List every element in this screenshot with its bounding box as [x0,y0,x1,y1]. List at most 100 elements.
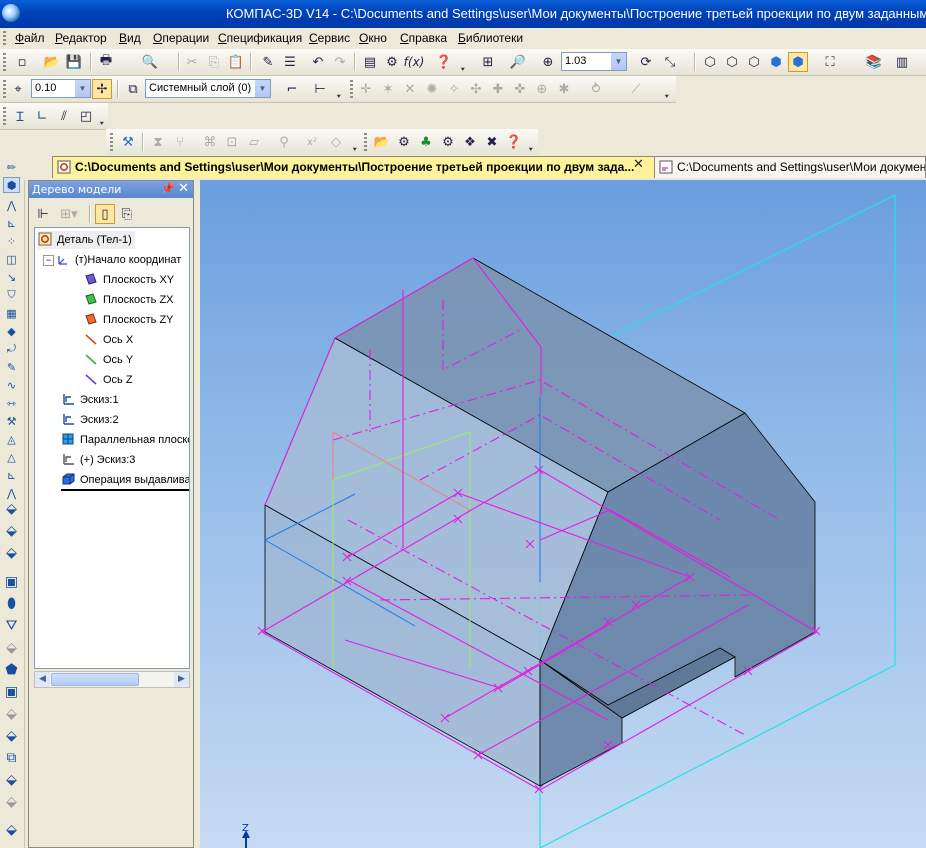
snap-normal-icon[interactable]: ✣ [466,79,486,99]
grey-tool-icon[interactable]: ⬙ [3,637,20,659]
grey-tool3-icon[interactable]: ⬙ [3,791,20,813]
zoom-in-icon[interactable]: ⊕ [538,52,558,72]
menu-grip[interactable] [3,31,6,45]
mesh-icon[interactable]: ⌘ [200,132,220,152]
chevron-icon[interactable]: ⯆ [352,146,358,155]
snap-off-icon[interactable]: ⥁ [586,79,606,99]
arrow-icon[interactable]: ↘ [3,269,20,285]
snap-tangent-icon[interactable]: ✧ [444,79,464,99]
properties-icon[interactable]: ✎ [258,52,278,72]
snap-icon[interactable]: ✢ [92,79,112,99]
sketch-tool-icon[interactable]: ✏ [3,159,20,175]
grey-tool2-icon[interactable]: ⬙ [3,703,20,725]
rotate-tool-icon[interactable]: ⬙ [3,519,20,543]
redo-icon[interactable]: ↷ [330,52,350,72]
tree-view-icon[interactable]: ▯ [95,204,115,224]
close-icon[interactable]: ✕ [178,181,189,196]
tree-filter-icon[interactable]: ⧗ [148,132,168,152]
cut-icon[interactable]: ✂ [182,52,202,72]
toolbar-grip[interactable] [3,53,6,71]
close-tab-icon[interactable]: ✕ [633,157,644,172]
tree-node-axis-y[interactable]: Ось Y [84,351,133,369]
kinematic-tool-icon[interactable]: ⬙ [3,541,20,565]
library-tools-icon[interactable]: ⚙ [438,132,458,152]
curves-tool-icon[interactable]: ⬮ [3,593,20,615]
layers-icon[interactable]: ⧉ [123,79,143,99]
dimensions-icon[interactable]: ⊾ [3,215,20,231]
edit-part-icon[interactable]: ⬢ [3,177,20,193]
surfaces-tool-icon[interactable]: ⛛ [3,615,20,637]
measure-tool-icon[interactable]: ⬙ [3,819,20,841]
menu-service[interactable]: Сервис [309,31,350,45]
open-icon[interactable]: 📂 [42,52,62,72]
wave-icon[interactable]: ∿ [3,377,20,393]
step-select[interactable]: 0.10 ▼ [31,79,91,98]
triangle-icon[interactable]: △ [3,449,20,465]
chevron-down-icon[interactable]: ▼ [255,80,270,97]
chevron-icon[interactable]: ⯆ [99,120,105,129]
geometry-icon[interactable]: ⋀ [3,197,20,213]
variables-icon[interactable]: ⚙ [382,52,402,72]
tree-node-axis-z[interactable]: Ось Z [84,371,133,389]
hammer-icon[interactable]: ⚒ [3,413,20,429]
perspective-icon[interactable]: ⛶ [820,52,840,72]
linear-dim-icon[interactable]: Ɪ [10,106,30,126]
help-pointer-icon[interactable]: ❓ [434,52,454,72]
toolbar-grip[interactable] [350,80,353,98]
library-manager-icon[interactable]: 📚 [864,52,884,72]
surface-icon[interactable]: ⊡ [222,132,242,152]
pin-icon[interactable]: 📌 [161,182,175,195]
toolbar-grip[interactable] [364,133,367,151]
tree-horizontal-scrollbar[interactable]: ◀ ▶ [34,671,190,688]
tree-by-structure-icon[interactable]: ⊩ [33,204,53,224]
tree-node-part[interactable]: Деталь (Тел-1) [38,231,135,249]
preview-icon[interactable]: 🔍 [140,52,160,72]
chevron-icon[interactable]: ⯆ [460,66,466,75]
radius-dim-icon[interactable]: ◰ [76,106,96,126]
list-icon[interactable]: ☰ [280,52,300,72]
menu-file[interactable]: Файл [15,31,45,45]
halftone-edges-icon[interactable]: ⬢ [788,52,808,72]
chevron-icon[interactable]: ⯆ [528,146,534,155]
angle-dim-icon[interactable]: ∟ [32,106,52,126]
library-parts-icon[interactable]: ♣ [416,132,436,152]
points-icon[interactable]: ⁘ [3,233,20,249]
scroll-thumb[interactable] [51,673,139,686]
toolbar-grip[interactable] [3,107,6,125]
chevron-down-icon[interactable]: ▼ [75,80,90,97]
3d-viewport[interactable]: Z [200,180,926,848]
snap-point-icon[interactable]: ✚ [488,79,508,99]
halftone-icon[interactable]: ⬢ [766,52,786,72]
collapse-icon[interactable]: − [43,255,54,266]
save-icon[interactable]: 💾 [64,52,84,72]
menu-libraries[interactable]: Библиотеки [458,31,523,45]
pencil-icon[interactable]: ✎ [3,359,20,375]
plane-tool-icon[interactable]: ▣ [3,571,20,593]
tree-node-sketch-3[interactable]: (+) Эскиз:3 [61,451,135,469]
zoom-window-icon[interactable]: ⊞ [478,52,498,72]
tree-node-parallel-plane[interactable]: Параллельная плоскость [61,431,189,449]
layer-select[interactable]: Системный слой (0) ▼ [145,79,271,98]
body-tool-icon[interactable]: ⬟ [3,659,20,681]
curve-icon[interactable]: ⤾ [3,341,20,357]
toolbar-grip[interactable] [3,80,6,98]
diamond-icon[interactable]: ◆ [3,323,20,339]
snap-point-curve-icon[interactable]: ⟋ [626,79,646,99]
mirror-tool-icon[interactable]: ⬙ [3,769,20,791]
menu-specification[interactable]: Спецификация [218,31,302,45]
copy-icon[interactable]: ⎘ [204,52,224,72]
zoom-icon[interactable]: 🔎 [508,52,528,72]
snap-center-icon[interactable]: ✺ [422,79,442,99]
point-icon[interactable]: ⚲ [274,132,294,152]
tree-node-plane-zy[interactable]: Плоскость ZY [84,311,174,329]
snap-middle-icon[interactable]: ✜ [510,79,530,99]
hidden-thin-icon[interactable]: ⬡ [744,52,764,72]
menu-editor[interactable]: Редактор [55,31,107,45]
rotate-icon[interactable]: ⟳ [636,52,656,72]
tree-branch-icon[interactable]: ⑂ [170,132,190,152]
open-library-icon[interactable]: 📂 [372,132,392,152]
cut-section-icon[interactable]: ▥ [892,52,912,72]
help-icon[interactable]: ❓ [504,132,524,152]
spline-icon[interactable]: ◫ [3,251,20,267]
snap-angle-icon[interactable]: ⊕ [532,79,552,99]
